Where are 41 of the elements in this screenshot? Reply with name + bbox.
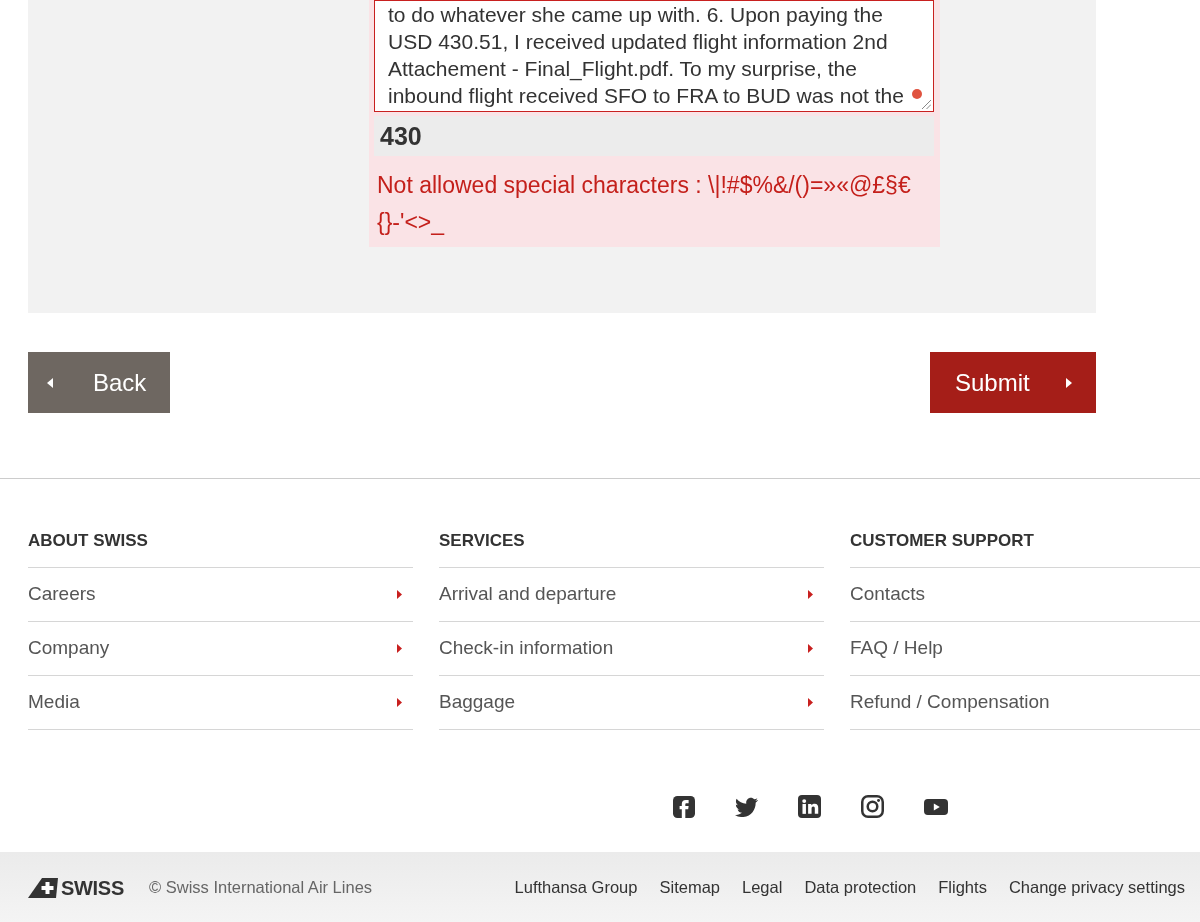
youtube-icon[interactable]	[924, 798, 948, 815]
footer-link[interactable]: Media	[28, 676, 413, 730]
error-message: Not allowed special characters : \|!#$%&/()=»«@£§€ {}-'<>_	[376, 171, 912, 237]
caret-right-icon	[808, 644, 813, 653]
caret-right-icon	[808, 698, 813, 707]
linkedin-icon[interactable]	[798, 795, 821, 818]
instagram-icon[interactable]	[861, 795, 884, 818]
back-button[interactable]: Back	[28, 352, 170, 413]
footer-heading: CUSTOMER SUPPORT	[850, 479, 1200, 568]
caret-right-icon	[808, 590, 813, 599]
twitter-icon[interactable]	[735, 796, 758, 817]
legal-link[interactable]: Change privacy settings	[1008, 875, 1185, 900]
legal-link[interactable]: Sitemap	[659, 875, 720, 900]
legal-link[interactable]: Flights	[938, 875, 987, 900]
footer-link[interactable]: Baggage	[439, 676, 824, 730]
footer-link[interactable]: Contacts	[850, 568, 1200, 622]
footer-link[interactable]: Arrival and departure	[439, 568, 824, 622]
caret-right-icon	[397, 590, 402, 599]
footer-heading: ABOUT SWISS	[28, 479, 413, 568]
caret-right-icon	[397, 698, 402, 707]
footer-link[interactable]: Company	[28, 622, 413, 676]
facebook-icon[interactable]	[673, 795, 695, 818]
legal-link[interactable]: Data protection	[804, 875, 917, 900]
caret-right-icon	[397, 644, 402, 653]
footer-link[interactable]: FAQ / Help	[850, 622, 1200, 676]
footer-link[interactable]: Careers	[28, 568, 413, 622]
legal-link[interactable]: Lufthansa Group	[514, 875, 638, 900]
footer-heading: SERVICES	[439, 479, 824, 568]
character-count: 430	[374, 116, 934, 156]
footer-link[interactable]: Refund / Compensation	[850, 676, 1200, 730]
logo-text: SWISS	[61, 875, 124, 901]
copyright-text: © Swiss International Air Lines	[148, 877, 373, 899]
legal-link[interactable]: Legal	[742, 875, 783, 900]
message-field[interactable]: to do whatever she came up with. 6. Upon paying the USD 430.51, I received updated flight information 2nd Attachement - Final_Flight.pdf. To my surprise, the inbound flight received SFO to FRA to BUD was not the	[374, 0, 934, 112]
submit-button[interactable]: Submit	[930, 352, 1096, 413]
caret-left-icon	[47, 377, 53, 388]
logo-icon	[28, 877, 58, 898]
error-dot-icon	[912, 89, 922, 99]
resize-handle-icon[interactable]	[921, 99, 931, 109]
footer-link[interactable]: Check-in information	[439, 622, 824, 676]
caret-right-icon	[1065, 377, 1072, 388]
